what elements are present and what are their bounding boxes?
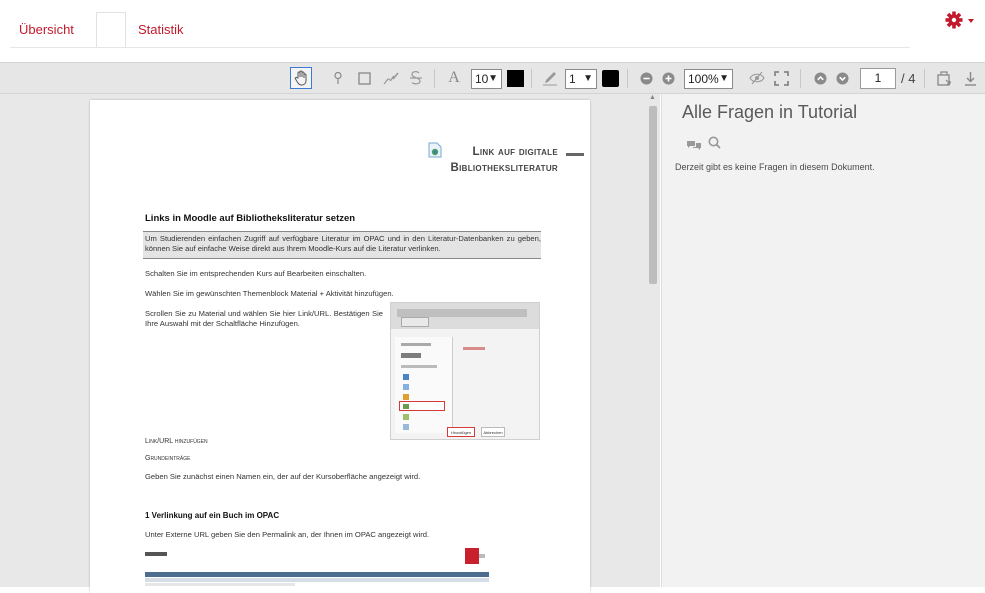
vertical-scrollbar[interactable]: ▲ [646,94,660,587]
search-button[interactable] [708,136,721,154]
location-pin-icon [334,71,342,84]
doc-heading-1: Links in Moodle auf Bibliotheksliteratur… [145,213,356,224]
chevron-down-icon: ▼ [488,73,498,84]
pen-icon [543,72,557,86]
screenshot-add-button: Hinzufügen [447,427,475,437]
screenshot-cancel-button: Abbrechen [481,427,505,437]
text-icon: A [448,69,460,86]
doc-step-2: Wählen Sie im gewünschten Themenblock Ma… [145,289,394,298]
comments-icon [687,141,701,150]
embedded-screenshot: Hinzufügen Abbrechen [390,302,540,440]
text-tool-button[interactable]: A [446,67,462,89]
document-icon [428,142,442,158]
fullscreen-button[interactable] [772,67,790,89]
line-width-select[interactable]: 1 ▼ [565,69,597,89]
zoom-in-button[interactable] [660,67,676,89]
page-total: / 4 [901,71,916,86]
tab-bar: Übersicht Statistik [0,0,985,62]
document-viewer[interactable]: Link auf digitale Bibliotheksliteratur L… [0,94,660,593]
empty-questions-message: Derzeit gibt es keine Fragen in diesem D… [675,162,875,172]
pin-tool-button[interactable] [330,67,346,89]
toolbar-separator [434,69,435,88]
strikethrough-icon [410,71,422,85]
doc-title-line2: Bibliotheksliteratur [450,162,558,174]
signature-tool-button[interactable] [383,67,399,89]
doc-heading-2: 1 Verlinkung auf ein Buch im OPAC [145,511,280,520]
rectangle-tool-button[interactable] [356,67,372,89]
chevron-down-icon [968,19,974,23]
tab-overview[interactable]: Übersicht [19,22,74,37]
document-page: Link auf digitale Bibliotheksliteratur L… [90,100,590,593]
text-color-swatch[interactable] [507,70,524,87]
screenshot-link [463,347,485,350]
screenshot-dialog-bar [397,309,527,317]
hand-pan-icon [294,70,307,86]
screenshot-list [395,337,453,433]
screenshot-tab [401,317,429,327]
print-icon [936,70,951,86]
fullscreen-icon [773,70,789,86]
hide-annotations-button[interactable] [748,67,766,89]
page-down-icon [836,72,848,84]
search-icon [708,136,721,149]
tab-statistics[interactable]: Statistik [138,22,184,37]
signature-icon [383,71,399,84]
comments-button[interactable] [686,138,702,156]
scrollbar-thumb[interactable] [649,106,657,284]
doc-intro: Um Studierenden einfachen Zugriff auf ve… [145,234,541,253]
toolbar-separator [531,69,532,88]
pen-tool-button[interactable] [541,67,559,89]
page-number-input[interactable]: 1 [860,68,896,89]
font-size-select[interactable]: 10 ▼ [471,69,502,89]
questions-panel: Alle Fragen in Tutorial Derzeit gibt es … [661,94,985,587]
rectangle-icon [357,71,371,85]
next-page-button[interactable] [834,67,850,89]
chevron-down-icon: ▼ [583,73,593,84]
toolbar-separator [924,69,925,88]
previous-page-button[interactable] [812,67,828,89]
title-dash [566,153,584,156]
doc-name-hint: Geben Sie zunächst einen Namen ein, der … [145,472,421,481]
print-button[interactable] [935,67,953,89]
toolbar-separator [627,69,628,88]
doc-link-url: Link/URL hinzufügen [145,438,208,445]
download-button[interactable] [962,67,978,89]
zoom-out-icon [640,72,652,84]
embedded-opac-screenshot [145,548,489,588]
gear-icon [945,11,974,29]
page-up-icon [814,72,826,84]
doc-url-hint: Unter Externe URL geben Sie den Permalin… [145,530,430,539]
pan-tool-button[interactable] [290,67,312,89]
scroll-up-icon[interactable]: ▲ [649,94,656,101]
toolbar-separator [800,69,801,88]
zoom-select[interactable]: 100% ▼ [684,69,733,89]
strikethrough-tool-button[interactable] [408,67,424,89]
line-width-value: 1 [569,72,576,86]
doc-basics: Grundeinträge [145,455,191,462]
zoom-value: 100% [688,72,719,86]
pen-color-swatch[interactable] [602,70,619,87]
doc-step-3: Scrollen Sie zu Material und wählen Sie … [145,309,383,328]
settings-menu-button[interactable] [944,10,976,32]
tab-underline [10,47,910,48]
hide-icon [749,71,765,85]
panel-title: Alle Fragen in Tutorial [682,102,858,122]
chevron-down-icon: ▼ [719,73,729,84]
doc-title-line1: Link auf digitale [472,146,558,158]
zoom-out-button[interactable] [638,67,654,89]
annotation-toolbar: A 10 ▼ 1 ▼ 100% ▼ 1 / 4 [0,62,985,94]
doc-step-1: Schalten Sie im entsprechenden Kurs auf … [145,269,367,278]
zoom-in-icon [662,72,674,84]
font-size-value: 10 [475,72,489,86]
download-icon [964,71,976,86]
tab-divider [96,12,126,48]
